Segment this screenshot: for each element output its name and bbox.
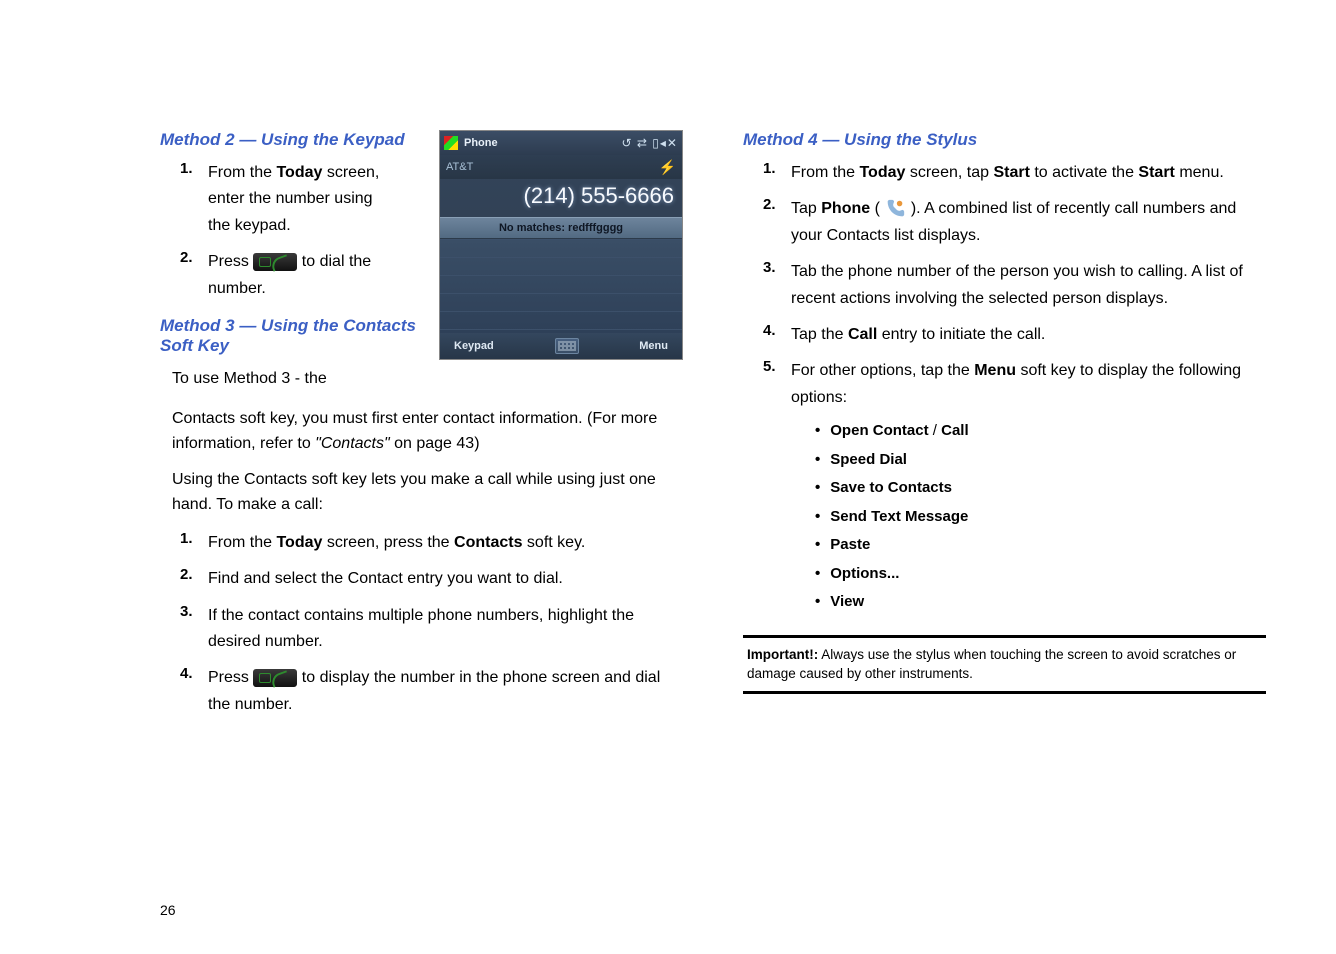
- text: Call: [941, 422, 969, 439]
- method4-step3: Tab the phone number of the person you w…: [791, 259, 1266, 312]
- method3-step3: If the contact contains multiple phone n…: [208, 603, 683, 656]
- method2-textcol: Method 2 — Using the Keypad 1. From the …: [160, 130, 421, 392]
- page-number: 26: [160, 902, 176, 918]
- page: Method 2 — Using the Keypad 1. From the …: [0, 0, 1336, 954]
- list-number: 1.: [180, 160, 208, 177]
- softkey-left: Keypad: [454, 340, 494, 352]
- method2-row: Method 2 — Using the Keypad 1. From the …: [160, 130, 683, 392]
- menu-label: Menu: [974, 362, 1016, 379]
- method3-intro: To use Method 3 - the: [172, 366, 421, 392]
- method4-list: 1. From the Today screen, tap Start to a…: [763, 160, 1266, 617]
- screenshot-title: Phone: [464, 137, 498, 149]
- status-icons: ↺ ⇄ ▯◂✕: [622, 136, 678, 150]
- option-paste: Paste: [815, 531, 1266, 560]
- method3-step2: Find and select the Contact entry you wa…: [208, 566, 683, 592]
- important-text: Always use the stylus when touching the …: [747, 647, 1236, 681]
- method2-step1: From the Today screen, enter the number …: [208, 160, 388, 239]
- list-number: 5.: [763, 358, 791, 375]
- dialed-number: (214) 555-6666: [440, 179, 682, 217]
- screenshot-titlebar: Phone ↺ ⇄ ▯◂✕: [440, 131, 682, 155]
- option-save-to-contacts: Save to Contacts: [815, 474, 1266, 503]
- contacts-ref: "Contacts": [315, 435, 390, 452]
- call-label: Call: [848, 326, 877, 343]
- list-number: 2.: [180, 249, 208, 266]
- text: to activate the: [1030, 164, 1139, 181]
- text: Press: [208, 669, 253, 686]
- text: /: [929, 422, 942, 439]
- text: (: [870, 200, 880, 217]
- method4-step2: Tap Phone ( ). A combined list of recent…: [791, 196, 1266, 249]
- today-label: Today: [859, 164, 905, 181]
- text: Tap the: [791, 326, 848, 343]
- start-label: Start: [1138, 164, 1174, 181]
- list-number: 2.: [180, 566, 208, 583]
- list-number: 4.: [763, 322, 791, 339]
- phone-app-icon: [884, 198, 906, 220]
- list-number: 2.: [763, 196, 791, 213]
- screenshot-softkeys: Keypad Menu: [440, 333, 682, 359]
- today-label: Today: [276, 164, 322, 181]
- method2-list: 1. From the Today screen, enter the numb…: [180, 160, 421, 302]
- phone-screenshot: Phone ↺ ⇄ ▯◂✕ AT&T ⚡ (214) 555-6666 No m…: [439, 130, 683, 360]
- text: screen, press the: [322, 534, 454, 551]
- method2-heading: Method 2 — Using the Keypad: [160, 130, 421, 150]
- text: screen, tap: [905, 164, 993, 181]
- method3-list: 1. From the Today screen, press the Cont…: [180, 530, 683, 718]
- method4-step5: For other options, tap the Menu soft key…: [791, 358, 1266, 616]
- method3-step4: Press to display the number in the phone…: [208, 665, 683, 718]
- option-view: View: [815, 588, 1266, 617]
- screenshot-carrier-row: AT&T ⚡: [440, 155, 682, 179]
- text: From the: [208, 164, 276, 181]
- method4-heading: Method 4 — Using the Stylus: [743, 130, 1266, 150]
- method3-para1: Contacts soft key, you must first enter …: [172, 406, 683, 457]
- method4-step1: From the Today screen, tap Start to acti…: [791, 160, 1266, 186]
- important-label: Important!:: [747, 647, 818, 662]
- list-number: 3.: [180, 603, 208, 620]
- list-number: 1.: [180, 530, 208, 547]
- method2-step2: Press to dial the number.: [208, 249, 388, 302]
- text: Open Contact: [830, 422, 928, 439]
- phone-label: Phone: [821, 200, 870, 217]
- option-speed-dial: Speed Dial: [815, 446, 1266, 475]
- text: Tap: [791, 200, 821, 217]
- text: Press: [208, 253, 253, 270]
- method3-step1: From the Today screen, press the Contact…: [208, 530, 683, 556]
- no-match-bar: No matches: redfffgggg: [440, 217, 682, 239]
- text: From the: [791, 164, 859, 181]
- call-key-icon: [253, 253, 297, 271]
- start-flag-icon: [444, 136, 458, 150]
- call-key-icon: [253, 669, 297, 687]
- text: soft key.: [522, 534, 585, 551]
- list-number: 4.: [180, 665, 208, 682]
- start-label: Start: [993, 164, 1029, 181]
- important-note: Important!: Always use the stylus when t…: [743, 635, 1266, 695]
- text: From the: [208, 534, 276, 551]
- option-send-text-message: Send Text Message: [815, 503, 1266, 532]
- method4-step4: Tap the Call entry to initiate the call.: [791, 322, 1266, 348]
- today-label: Today: [276, 534, 322, 551]
- battery-icon: ⚡: [659, 159, 676, 176]
- text: For other options, tap the: [791, 362, 974, 379]
- method3-para2: Using the Contacts soft key lets you mak…: [172, 467, 683, 518]
- contacts-label: Contacts: [454, 534, 522, 551]
- method3-heading: Method 3 — Using the Contacts Soft Key: [160, 316, 421, 356]
- softkey-right: Menu: [639, 340, 668, 352]
- list-number: 3.: [763, 259, 791, 276]
- carrier-label: AT&T: [446, 161, 473, 173]
- menu-options-list: Open Contact / Call Speed Dial Save to C…: [815, 417, 1266, 617]
- screenshot-list-area: [440, 239, 682, 333]
- text: menu.: [1175, 164, 1224, 181]
- right-column: Method 4 — Using the Stylus 1. From the …: [743, 130, 1266, 914]
- left-column: Method 2 — Using the Keypad 1. From the …: [160, 130, 683, 914]
- text: entry to initiate the call.: [877, 326, 1045, 343]
- text: on page 43): [390, 435, 480, 452]
- option-options: Options...: [815, 560, 1266, 589]
- keypad-grid-icon: [555, 338, 579, 354]
- option-open-contact-call: Open Contact / Call: [815, 417, 1266, 446]
- list-number: 1.: [763, 160, 791, 177]
